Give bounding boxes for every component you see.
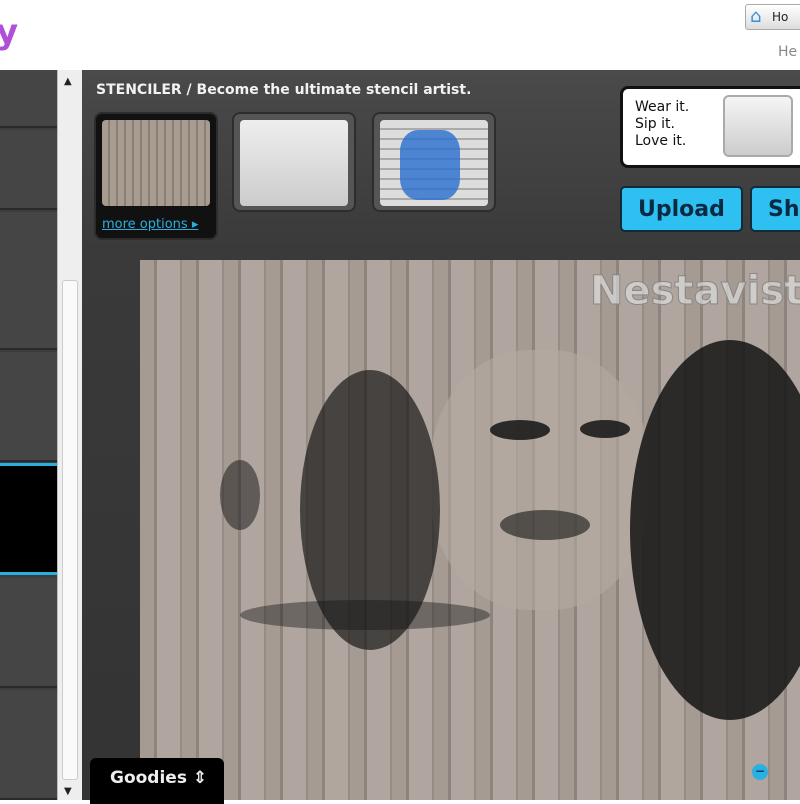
style-preview-image bbox=[102, 120, 210, 206]
scroll-thumb[interactable] bbox=[62, 280, 78, 780]
sidebar-item-active[interactable] bbox=[0, 463, 57, 575]
style-option-blue[interactable] bbox=[372, 112, 496, 212]
home-icon: ⌂ bbox=[750, 6, 762, 27]
sidebar-item[interactable] bbox=[0, 212, 57, 350]
sidebar-item[interactable] bbox=[0, 690, 57, 800]
merch-promo[interactable]: Wear it. Sip it. Love it. bbox=[620, 86, 800, 168]
more-options-link[interactable]: more options ▸ bbox=[102, 217, 198, 232]
stenciler-panel: STENCILER / Become the ultimate stencil … bbox=[82, 70, 800, 804]
scrollbar[interactable]: ▲ ▼ bbox=[57, 70, 82, 800]
zoom-out-icon[interactable]: − bbox=[752, 764, 768, 780]
help-link[interactable]: He bbox=[778, 44, 797, 60]
share-button[interactable]: Sha bbox=[750, 186, 800, 232]
sidebar-item[interactable] bbox=[0, 130, 57, 210]
style-option-white[interactable] bbox=[232, 112, 356, 212]
sidebar bbox=[0, 70, 57, 800]
upload-button[interactable]: Upload bbox=[620, 186, 743, 232]
stencil-face bbox=[430, 350, 650, 610]
home-button[interactable]: ⌂ Ho bbox=[745, 4, 800, 30]
mug-image bbox=[723, 95, 793, 157]
app-title: STENCILER / Become the ultimate stencil … bbox=[96, 82, 472, 98]
goodies-dropdown[interactable]: Goodies ⇕ bbox=[90, 758, 224, 804]
site-logo[interactable]: y bbox=[0, 12, 18, 52]
style-preview-image bbox=[380, 120, 488, 206]
home-label: Ho bbox=[772, 10, 789, 24]
sidebar-item[interactable] bbox=[0, 70, 57, 128]
style-preview-image bbox=[240, 120, 348, 206]
watermark: Nestavista bbox=[589, 268, 800, 315]
style-option-wood[interactable]: more options ▸ bbox=[94, 112, 218, 240]
sidebar-item[interactable] bbox=[0, 578, 57, 688]
scroll-up-icon[interactable]: ▲ bbox=[64, 76, 72, 87]
sidebar-item[interactable] bbox=[0, 352, 57, 462]
scroll-down-icon[interactable]: ▼ bbox=[64, 786, 72, 797]
stencil-canvas[interactable]: Nestavista bbox=[140, 260, 800, 800]
top-bar: y ⌂ Ho He bbox=[0, 0, 800, 70]
